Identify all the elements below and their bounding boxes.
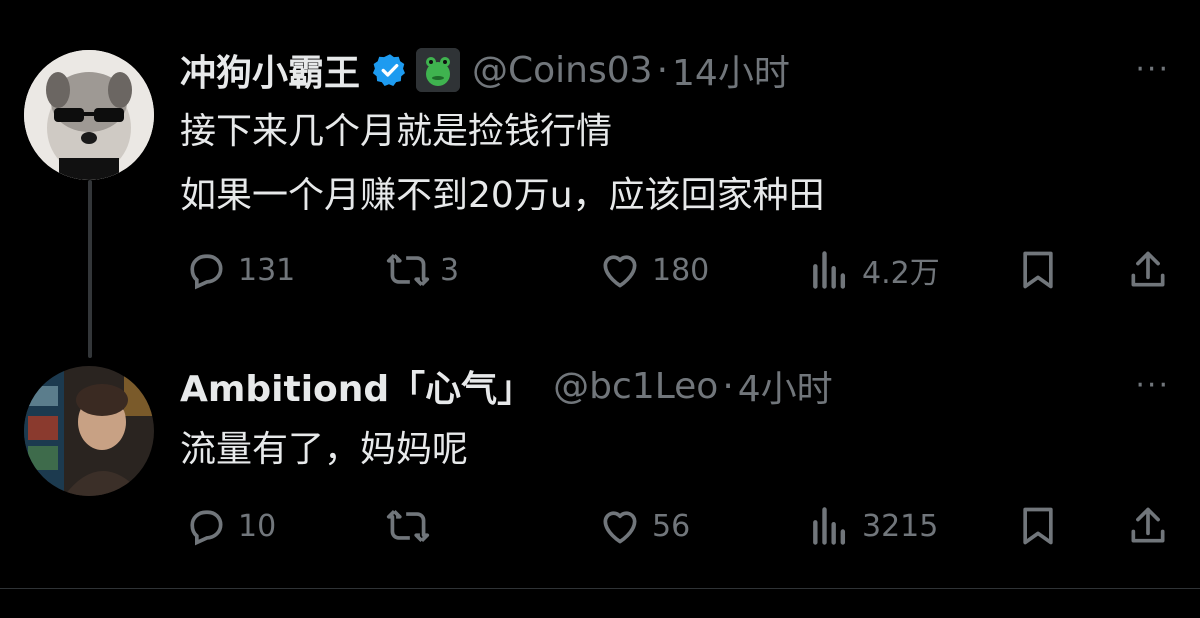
like-button[interactable]: 56: [598, 504, 690, 548]
tweet-1-header: 冲狗小霸王 @Coins03 · 14小时: [180, 44, 790, 96]
tweet-1-actions: 131 3 180 4.2万: [180, 248, 1170, 296]
tweet-text-line-1: 流量有了，妈妈呢: [180, 429, 469, 470]
retweet-count: 3: [440, 252, 460, 288]
reply-icon: [190, 254, 223, 290]
author-name[interactable]: 冲狗小霸王: [180, 44, 360, 96]
bookmark-button[interactable]: [1016, 248, 1060, 292]
analytics-icon: [813, 507, 846, 545]
timestamp[interactable]: 14小时: [672, 44, 790, 96]
heart-icon: [603, 511, 637, 544]
heart-icon: [603, 255, 637, 288]
share-button[interactable]: [1126, 248, 1170, 292]
thread-connector-line: [88, 180, 92, 358]
avatar-person[interactable]: [24, 366, 154, 496]
views-button[interactable]: 4.2万: [808, 248, 940, 292]
reply-icon: [190, 510, 223, 546]
more-options-icon[interactable]: ···: [1135, 52, 1170, 87]
author-handle[interactable]: @bc1Leo: [553, 366, 718, 407]
separator-dot: ·: [656, 49, 669, 91]
share-button[interactable]: [1126, 504, 1170, 548]
avatar-dog[interactable]: [24, 50, 154, 180]
bookmark-button[interactable]: [1016, 504, 1060, 548]
separator-dot: ·: [722, 365, 734, 407]
bookmark-icon: [1023, 507, 1053, 545]
dog-avatar-image: [24, 50, 154, 180]
retweet-button[interactable]: [386, 504, 440, 548]
retweet-icon: [386, 254, 430, 286]
more-options-icon[interactable]: ···: [1135, 368, 1170, 403]
author-handle[interactable]: @Coins03: [472, 50, 653, 91]
frog-emoji-icon: [416, 48, 461, 92]
share-icon: [1131, 251, 1165, 287]
like-count: 180: [652, 252, 710, 288]
tweet-2-actions: 10 56 3215: [180, 504, 1170, 552]
author-name[interactable]: Ambitiond「心气」: [180, 360, 533, 412]
retweet-icon: [386, 510, 430, 542]
retweet-button[interactable]: 3: [386, 248, 459, 292]
reply-count: 10: [238, 508, 277, 544]
tweet-text-line-2: 如果一个月赚不到20万u，应该回家种田: [180, 175, 825, 216]
bookmark-icon: [1023, 251, 1053, 289]
views-button[interactable]: 3215: [808, 504, 938, 548]
bottom-divider: [0, 588, 1200, 589]
tweet-2-header: Ambitiond「心气」 @bc1Leo · 4小时: [180, 360, 833, 412]
person-avatar-image: [24, 366, 154, 496]
timestamp[interactable]: 4小时: [738, 360, 833, 412]
reply-count: 131: [238, 252, 296, 288]
verified-badge-icon: [372, 52, 408, 88]
reply-button[interactable]: 131: [184, 248, 295, 292]
like-count: 56: [652, 508, 691, 544]
reply-button[interactable]: 10: [184, 504, 276, 548]
share-icon: [1131, 507, 1165, 543]
analytics-icon: [813, 251, 846, 289]
like-button[interactable]: 180: [598, 248, 709, 292]
view-count: 3215: [862, 508, 939, 544]
view-count: 4.2万: [862, 256, 940, 291]
tweet-text-line-1: 接下来几个月就是捡钱行情: [180, 111, 613, 152]
